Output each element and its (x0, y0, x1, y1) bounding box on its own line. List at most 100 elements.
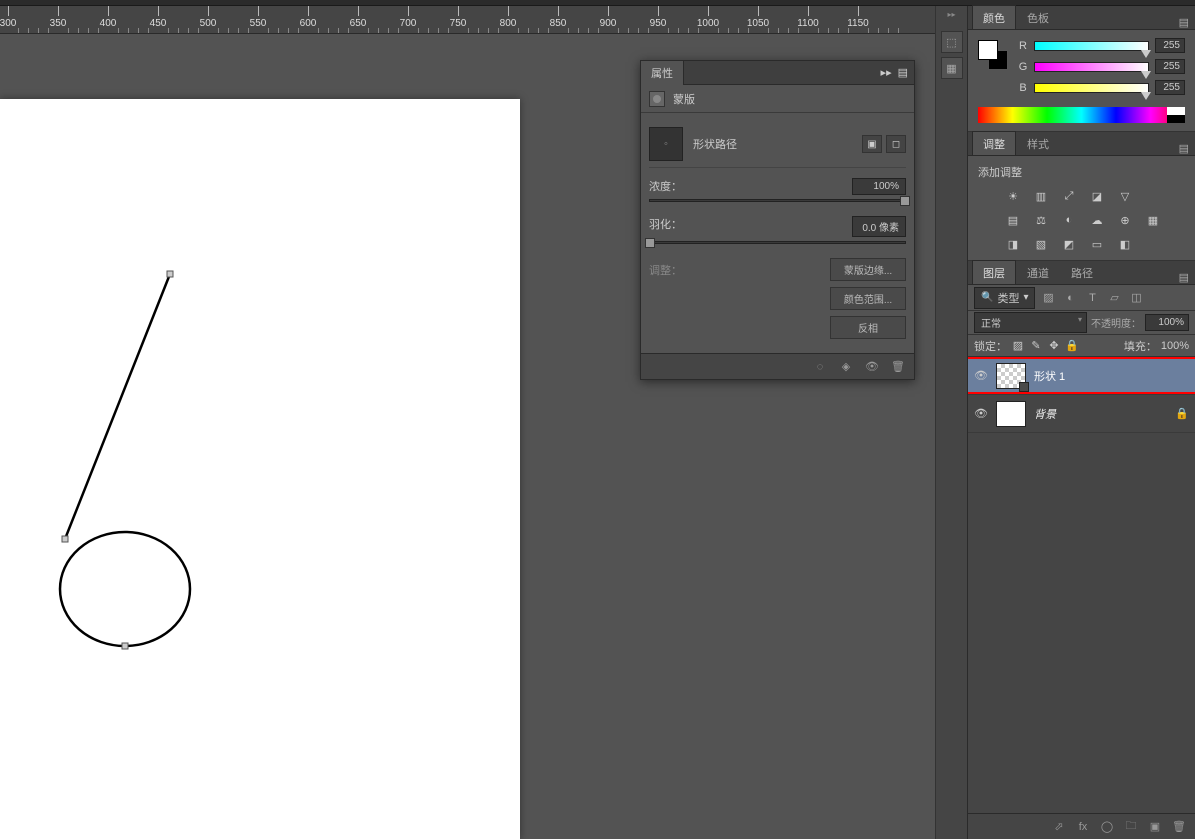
opacity-value[interactable]: 100% (1145, 314, 1189, 331)
link-layers-icon[interactable]: ⬀ (1051, 820, 1067, 834)
lock-label: 锁定： (974, 338, 1007, 354)
g-value[interactable]: 255 (1155, 59, 1185, 74)
styles-tab[interactable]: 样式 (1016, 131, 1060, 155)
opacity-label: 不透明度： (1091, 315, 1141, 330)
foreground-swatch[interactable] (978, 40, 998, 60)
collapse-icon[interactable]: ▸▸ (881, 66, 892, 79)
channels-tab[interactable]: 通道 (1016, 260, 1060, 284)
color-range-button[interactable]: 颜色范围... (830, 287, 906, 310)
color-tabs: 颜色 色板 ▤ (968, 6, 1195, 30)
gradient-map-icon[interactable]: ▭ (1088, 236, 1106, 252)
filter-type-select[interactable]: 🔍 类型 ▾ (974, 287, 1035, 309)
layer-fx-icon[interactable]: fx (1075, 820, 1091, 834)
lookup-icon[interactable]: ▦ (1144, 212, 1162, 228)
filter-adjust-icon[interactable]: ◐ (1061, 289, 1079, 307)
ruler-tick: 300 (8, 6, 9, 16)
hue-icon[interactable]: ▤ (1004, 212, 1022, 228)
layer-row[interactable]: 👁 形状 1 (968, 357, 1195, 395)
filter-shape-icon[interactable]: ▱ (1105, 289, 1123, 307)
layer-name[interactable]: 形状 1 (1034, 368, 1189, 384)
ruler-tick: 650 (358, 6, 359, 16)
blend-mode-select[interactable]: 正常 (974, 312, 1087, 333)
density-value[interactable]: 100% (852, 178, 906, 195)
filter-type-icon[interactable]: T (1083, 289, 1101, 307)
panel-menu-icon[interactable]: ▤ (898, 66, 908, 79)
lock-paint-icon[interactable]: ✎ (1029, 339, 1043, 353)
adjust-tabs: 调整 样式 ▤ (968, 132, 1195, 156)
r-slider[interactable] (1034, 41, 1149, 51)
photo-filter-icon[interactable]: ☁ (1088, 212, 1106, 228)
r-value[interactable]: 255 (1155, 38, 1185, 53)
visibility-icon[interactable]: 👁 (974, 407, 988, 420)
b-value[interactable]: 255 (1155, 80, 1185, 95)
exposure-icon[interactable]: ◪ (1088, 188, 1106, 204)
add-mask-icon[interactable]: ▣ (862, 135, 882, 153)
filter-pixel-icon[interactable]: ▨ (1039, 289, 1057, 307)
curves-icon[interactable]: ⤢ (1060, 188, 1078, 204)
layer-mask-icon[interactable]: ◯ (1099, 820, 1115, 834)
invert-button[interactable]: 反相 (830, 316, 906, 339)
layer-row[interactable]: 👁 背景 🔒 (968, 395, 1195, 433)
balance-icon[interactable]: ⚖ (1032, 212, 1050, 228)
feather-track[interactable] (649, 241, 906, 244)
filter-smart-icon[interactable]: ◫ (1127, 289, 1145, 307)
channel-mixer-icon[interactable]: ⊕ (1116, 212, 1134, 228)
new-layer-icon[interactable]: ▣ (1147, 820, 1163, 834)
vibrance-icon[interactable]: ▽ (1116, 188, 1134, 204)
properties-panel: 属性 ▸▸ ▤ 蒙版 ◦ 形状路径 ▣ ◻ 浓度： 100% 羽化： (640, 60, 915, 380)
properties-tab[interactable]: 属性 (641, 61, 684, 85)
selective-color-icon[interactable]: ◧ (1116, 236, 1134, 252)
new-group-icon[interactable]: 🗀 (1123, 820, 1139, 834)
brightness-icon[interactable]: ☀ (1004, 188, 1022, 204)
paths-tab[interactable]: 路径 (1060, 260, 1104, 284)
feather-value[interactable]: 0.0 像素 (852, 216, 906, 237)
color-menu-icon[interactable]: ▤ (1173, 16, 1195, 29)
g-label: G (1018, 61, 1028, 73)
ruler-tick: 850 (558, 6, 559, 16)
panel-tabbar: 属性 ▸▸ ▤ (641, 61, 914, 85)
invert-icon[interactable]: ◨ (1004, 236, 1022, 252)
lock-position-icon[interactable]: ✥ (1047, 339, 1061, 353)
color-swatches[interactable] (978, 40, 1008, 70)
shape-thumb-icon: ◦ (649, 127, 683, 161)
color-spectrum[interactable] (978, 107, 1185, 123)
adjustments-tab[interactable]: 调整 (972, 131, 1016, 155)
lock-icon: 🔒 (1175, 407, 1189, 420)
density-track[interactable] (649, 199, 906, 202)
layer-thumbnail[interactable] (996, 363, 1026, 389)
visibility-icon[interactable]: 👁 (974, 369, 988, 382)
b-slider[interactable] (1034, 83, 1149, 93)
fill-value[interactable]: 100% (1161, 340, 1189, 352)
layer-name[interactable]: 背景 (1034, 406, 1167, 422)
lock-all-icon[interactable]: 🔒 (1065, 339, 1079, 353)
footer-trash-icon[interactable]: 🗑 (890, 360, 906, 374)
ruler-tick: 700 (408, 6, 409, 16)
footer-visibility-icon[interactable]: 👁 (864, 360, 880, 374)
color-tab[interactable]: 颜色 (972, 5, 1016, 29)
threshold-icon[interactable]: ◩ (1060, 236, 1078, 252)
right-dock: ▸▸ ⬚ ▦ 颜色 色板 ▤ R 255 (935, 6, 1195, 839)
bw-icon[interactable]: ◐ (1060, 212, 1078, 228)
dock-histogram-icon[interactable]: ⬚ (941, 31, 963, 53)
g-slider[interactable] (1034, 62, 1149, 72)
select-mask-icon[interactable]: ◻ (886, 135, 906, 153)
layers-tab[interactable]: 图层 (972, 260, 1016, 284)
mask-label: 蒙版 (673, 91, 695, 107)
layers-menu-icon[interactable]: ▤ (1173, 271, 1195, 284)
layer-thumbnail[interactable] (996, 401, 1026, 427)
lock-transparency-icon[interactable]: ▨ (1011, 339, 1025, 353)
ruler-tick: 500 (208, 6, 209, 16)
footer-select-icon[interactable]: ◌ (812, 360, 828, 374)
document-canvas[interactable] (0, 99, 520, 839)
layers-tabs: 图层 通道 路径 ▤ (968, 261, 1195, 285)
delete-layer-icon[interactable]: 🗑 (1171, 820, 1187, 834)
shape-path-label: 形状路径 (693, 136, 852, 152)
levels-icon[interactable]: ▥ (1032, 188, 1050, 204)
density-slider: 浓度： 100% (649, 178, 906, 202)
adjust-menu-icon[interactable]: ▤ (1173, 142, 1195, 155)
mask-edge-button[interactable]: 蒙版边缘... (830, 258, 906, 281)
posterize-icon[interactable]: ▧ (1032, 236, 1050, 252)
footer-mask-icon[interactable]: ◈ (838, 360, 854, 374)
dock-swatches-icon[interactable]: ▦ (941, 57, 963, 79)
swatches-tab[interactable]: 色板 (1016, 5, 1060, 29)
